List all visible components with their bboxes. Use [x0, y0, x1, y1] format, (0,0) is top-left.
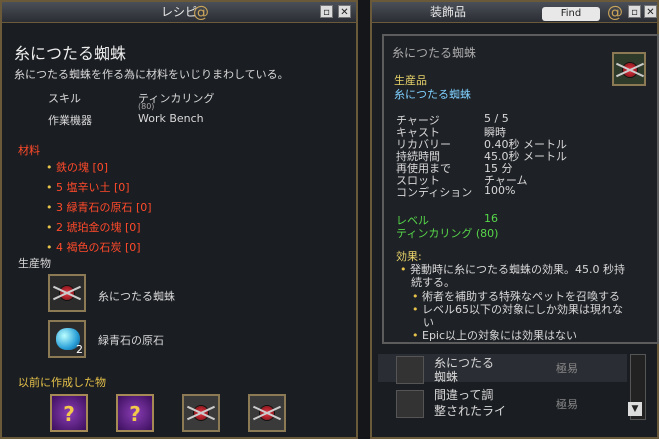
material-item[interactable]: • 5 塩辛い土 [0] [46, 179, 130, 195]
skill-label: スキル [48, 92, 81, 105]
stat-value: 100% [484, 184, 516, 197]
list-item-name-line2: 整されたライ [434, 404, 507, 418]
swirl-ornament-icon: @ [607, 2, 623, 21]
list-item-name-line2: 蜘蛛 [434, 370, 459, 384]
workstation-label: 作業機器 [48, 114, 92, 127]
recipe-item-name: 糸につたる蜘蛛 [14, 44, 127, 63]
material-label: 4 褐色の石炭 [0] [56, 241, 141, 254]
ornament-window-title: 装飾品 [430, 5, 467, 19]
previous-item-spider[interactable] [248, 394, 286, 432]
level-value: 16 [484, 212, 498, 225]
list-item[interactable]: 糸につたる 蜘蛛 極易 [378, 354, 627, 384]
stack-count: 2 [76, 343, 83, 356]
previous-heading: 以前に作成した物 [18, 376, 106, 389]
minimize-button[interactable]: ▫ [628, 5, 641, 18]
sub-effect: • レベル65以下の対象にしか効果は現れな [412, 303, 623, 316]
recipe-titlebar[interactable]: レシピ [2, 2, 356, 23]
tooltip-item-icon [612, 52, 646, 86]
recipe-description: 糸につたる蜘蛛を作る為に材料をいじりまわしている。 [14, 68, 289, 81]
material-item[interactable]: • 鉄の塊 [0] [46, 159, 108, 175]
previous-item-spider[interactable] [182, 394, 220, 432]
list-item-icon [396, 356, 424, 384]
tooltip-subcategory: 糸につたる蜘蛛 [394, 88, 471, 101]
skill-requirement: ティンカリング (80) [396, 227, 499, 240]
product-slot-gem[interactable]: 2 [48, 320, 86, 358]
recipe-window: レシピ @ ▫ ✕ 糸につたる蜘蛛 糸につたる蜘蛛を作る為に材料をいじりまわして… [0, 0, 358, 439]
close-button[interactable]: ✕ [644, 5, 657, 18]
list-item-difficulty: 極易 [556, 398, 578, 411]
material-label: 3 緑青石の原石 [0] [56, 201, 152, 214]
close-button[interactable]: ✕ [338, 5, 351, 18]
material-label: 2 琥珀金の塊 [0] [56, 221, 141, 234]
material-item[interactable]: • 2 琥珀金の塊 [0] [46, 219, 141, 235]
sub-effect-text: Epic以上の対象には効果はない [422, 329, 578, 342]
minimize-button[interactable]: ▫ [320, 5, 333, 18]
stat-label: コンディション [396, 186, 473, 199]
list-item[interactable]: 間違って調 整されたライ 極易 [378, 386, 627, 422]
previous-item-unknown[interactable]: ? [50, 394, 88, 432]
wand-icon [396, 390, 424, 418]
material-item[interactable]: • 3 緑青石の原石 [0] [46, 199, 152, 215]
spider-icon [194, 406, 208, 420]
spider-icon [623, 63, 637, 77]
spider-icon [60, 286, 74, 300]
material-label: 鉄の塊 [0] [56, 161, 109, 174]
previous-item-unknown[interactable]: ? [116, 394, 154, 432]
product-label: 緑青石の原石 [98, 334, 164, 347]
list-item-difficulty: 極易 [556, 362, 578, 375]
products-heading: 生産物 [18, 257, 51, 270]
find-button[interactable]: Find [542, 7, 600, 21]
workstation-value: Work Bench [138, 112, 204, 125]
sub-effect-text: レベル65以下の対象にしか効果は現れな [422, 303, 623, 316]
swirl-ornament-icon: @ [193, 2, 209, 21]
product-label: 糸につたる蜘蛛 [98, 290, 175, 303]
list-item-name-line1: 間違って調 [434, 388, 494, 402]
tooltip-title: 糸につたる蜘蛛 [392, 46, 477, 60]
sub-effect: • Epic以上の対象には効果はない [412, 329, 578, 342]
materials-heading: 材料 [18, 144, 40, 157]
product-slot-spider[interactable] [48, 274, 86, 312]
material-label: 5 塩辛い土 [0] [56, 181, 130, 194]
material-item[interactable]: • 4 褐色の石炭 [0] [46, 239, 141, 255]
scroll-down-button[interactable]: ▼ [628, 402, 642, 416]
item-tooltip: 糸につたる蜘蛛 生産品 糸につたる蜘蛛 チャージ 5 / 5 キャスト 瞬時 リ… [382, 34, 659, 344]
skill-value-sub: (80) [138, 102, 155, 111]
spider-icon [260, 406, 274, 420]
